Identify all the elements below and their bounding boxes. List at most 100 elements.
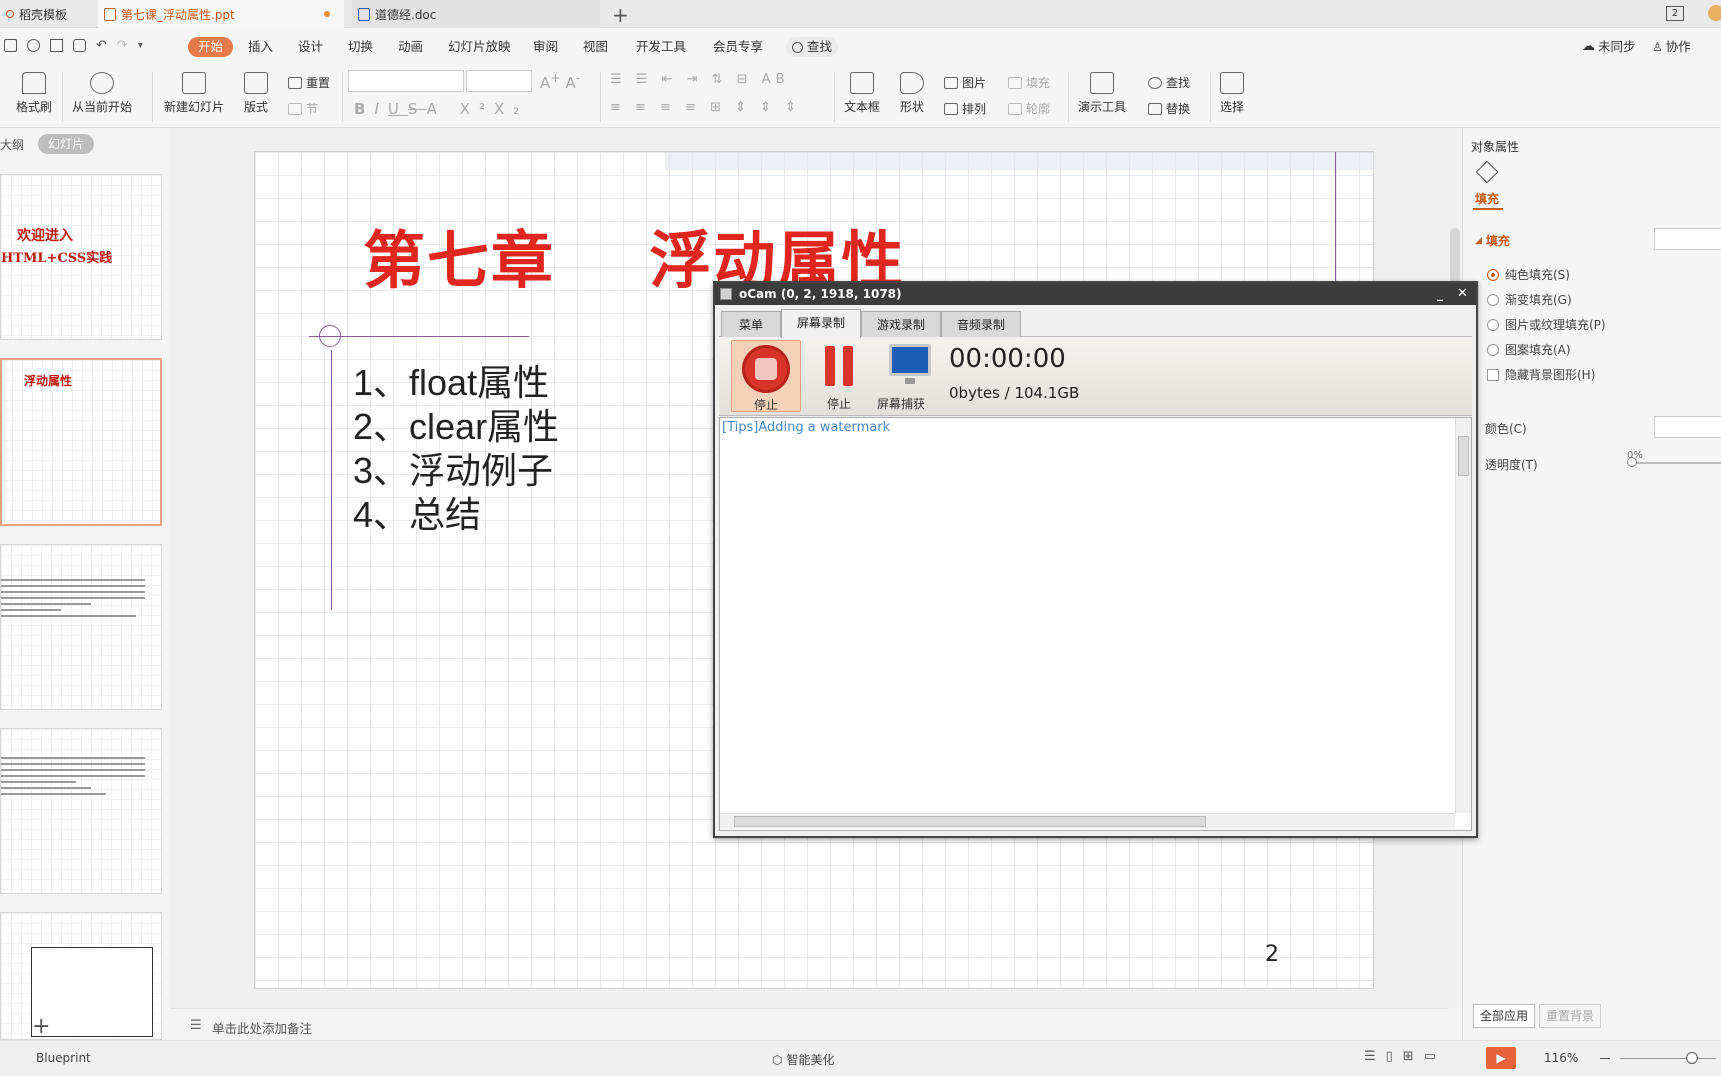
- hide-background-checkbox[interactable]: 隐藏背景图形(H): [1487, 366, 1595, 383]
- menu-slideshow[interactable]: 幻灯片放映: [448, 37, 511, 57]
- undo-icon[interactable]: ↶: [96, 39, 107, 55]
- sync-status[interactable]: ☁ 未同步: [1582, 37, 1636, 57]
- find-button[interactable]: 查找: [1148, 74, 1190, 91]
- theme-name[interactable]: Blueprint: [36, 1051, 91, 1065]
- fill-section-title[interactable]: ◢ 填充: [1475, 232, 1510, 249]
- fill-bucket-icon[interactable]: [1475, 160, 1499, 184]
- log-horizontal-scrollbar[interactable]: [720, 813, 1455, 829]
- reset-button[interactable]: 重置: [288, 74, 330, 91]
- window-count-badge[interactable]: 2: [1666, 6, 1684, 21]
- fill-tab[interactable]: 填充: [1475, 190, 1499, 207]
- presentation-tools-button[interactable]: 演示工具: [1078, 72, 1126, 115]
- slide-thumbnail[interactable]: [0, 728, 162, 894]
- save-icon[interactable]: [4, 39, 17, 52]
- view-buttons[interactable]: ☰▯⊞▭: [1364, 1049, 1446, 1064]
- layout-button[interactable]: 版式: [244, 72, 268, 115]
- arrange-button[interactable]: 排列: [944, 100, 986, 117]
- tab-doc-file[interactable]: 道德经.doc: [352, 0, 600, 28]
- tab-screen-record[interactable]: 屏幕录制: [781, 309, 861, 338]
- menu-animation[interactable]: 动画: [398, 37, 423, 57]
- fill-button[interactable]: 填充: [1008, 74, 1050, 91]
- screen-capture-button[interactable]: 屏幕捕获: [877, 340, 937, 412]
- slide-thumbnail[interactable]: [0, 544, 162, 710]
- play-slideshow-button[interactable]: ▶: [1486, 1047, 1516, 1069]
- notes-placeholder[interactable]: 单击此处添加备注: [212, 1018, 312, 1037]
- zoom-slider[interactable]: [1620, 1058, 1716, 1059]
- new-tab-button[interactable]: +: [612, 3, 629, 27]
- picture-fill-option[interactable]: 图片或纹理填充(P): [1487, 316, 1606, 333]
- tab-daoke-templates[interactable]: 稻壳模板: [0, 0, 92, 28]
- slide-thumbnail[interactable]: 欢迎进入 HTML+CSS实践: [0, 174, 162, 340]
- zoom-level[interactable]: 116%: [1544, 1051, 1578, 1065]
- reset-background-button[interactable]: 重置背景: [1539, 1004, 1602, 1028]
- zoom-out-icon[interactable]: [1600, 1058, 1610, 1059]
- font-name-select[interactable]: [348, 70, 464, 92]
- slide-thumbnail-selected[interactable]: 浮动属性: [0, 358, 162, 526]
- menu-developer[interactable]: 开发工具: [636, 37, 686, 57]
- tips-text[interactable]: [Tips]Adding a watermark: [722, 420, 890, 435]
- textbox-button[interactable]: 文本框: [844, 72, 880, 115]
- zoom-slider-thumb[interactable]: [1686, 1052, 1698, 1064]
- solid-fill-option[interactable]: 纯色填充(S): [1487, 266, 1570, 283]
- shape-button[interactable]: 形状: [900, 72, 924, 115]
- slide-bullet[interactable]: 4、总结: [353, 486, 481, 538]
- close-button[interactable]: ✕: [1457, 283, 1468, 305]
- pattern-fill-option[interactable]: 图案填充(A): [1487, 341, 1571, 358]
- tab-game-record[interactable]: 游戏录制: [861, 311, 941, 337]
- transparency-slider[interactable]: [1627, 462, 1721, 464]
- notes-bar[interactable]: ☰ 单击此处添加备注: [170, 1008, 1448, 1040]
- search-box[interactable]: 查找: [786, 37, 839, 57]
- gradient-fill-option[interactable]: 渐变填充(G): [1487, 291, 1572, 308]
- italic-icon[interactable]: I: [374, 100, 387, 118]
- menu-member[interactable]: 会员专享: [713, 37, 763, 57]
- tab-menu[interactable]: 菜单: [721, 311, 781, 337]
- menu-review[interactable]: 审阅: [533, 37, 558, 57]
- ocam-window[interactable]: oCam (0, 2, 1918, 1078) _ ✕ 菜单 屏幕录制 游戏录制…: [713, 281, 1478, 838]
- menu-start[interactable]: 开始: [188, 37, 234, 57]
- outline-button[interactable]: 轮廓: [1008, 100, 1050, 117]
- select-button[interactable]: 选择: [1220, 72, 1244, 115]
- increase-font-icon[interactable]: A+ A-: [540, 70, 580, 92]
- slide-thumbnail[interactable]: [0, 912, 162, 1040]
- bold-icon[interactable]: B: [354, 100, 374, 118]
- print-icon[interactable]: [50, 39, 63, 52]
- ocam-titlebar[interactable]: oCam (0, 2, 1918, 1078) _ ✕: [715, 283, 1476, 305]
- tab-audio-record[interactable]: 音频录制: [941, 311, 1021, 337]
- tab-ppt-file[interactable]: 第七课_浮动属性.ppt: [98, 0, 344, 28]
- color-select[interactable]: [1654, 416, 1721, 438]
- panel-header[interactable]: 对象属性: [1471, 138, 1519, 155]
- font-style-group[interactable]: BIUSA X²X₂: [354, 100, 528, 118]
- customize-icon[interactable]: ▾: [138, 39, 143, 55]
- new-slide-button[interactable]: 新建幻灯片: [164, 72, 224, 115]
- apply-all-button[interactable]: 全部应用: [1473, 1004, 1536, 1028]
- add-slide-button[interactable]: +: [32, 1014, 50, 1039]
- picture-button[interactable]: 图片: [944, 74, 986, 91]
- alignment-group[interactable]: ≡ ≡ ≡ ≡ ⊞ ⇕ ⇕ ⇕: [610, 100, 801, 115]
- fill-color-select[interactable]: [1654, 228, 1721, 250]
- minimize-button[interactable]: _: [1437, 283, 1443, 305]
- record-stop-button[interactable]: 停止: [731, 340, 801, 412]
- outline-tab[interactable]: 大纲: [0, 136, 24, 153]
- replace-button[interactable]: 替换: [1148, 100, 1190, 117]
- underline-icon[interactable]: U: [388, 100, 408, 118]
- collab-button[interactable]: ♙ 协作: [1652, 37, 1691, 57]
- strikethrough-icon[interactable]: S: [408, 100, 427, 118]
- menu-design[interactable]: 设计: [298, 37, 323, 57]
- ocam-log-area[interactable]: [Tips]Adding a watermark: [719, 417, 1472, 831]
- menu-insert[interactable]: 插入: [248, 37, 273, 57]
- slides-tab[interactable]: 幻灯片: [38, 134, 95, 154]
- redo-icon[interactable]: ↷: [117, 39, 128, 55]
- avatar[interactable]: [1708, 5, 1721, 21]
- scrollbar-thumb[interactable]: [1450, 228, 1460, 288]
- play-from-current-button[interactable]: 从当前开始: [72, 72, 132, 115]
- log-scrollbar-thumb[interactable]: [1458, 436, 1469, 476]
- log-vertical-scrollbar[interactable]: [1455, 418, 1471, 813]
- paragraph-group[interactable]: ☰ ☰ ⇤ ⇥ ⇅ ⊟ AB: [610, 72, 789, 87]
- format-painter-button[interactable]: 格式刷: [16, 72, 52, 115]
- output-icon[interactable]: [27, 39, 40, 52]
- beautify-button[interactable]: ⬡ 智能美化: [772, 1051, 835, 1068]
- menu-view[interactable]: 视图: [583, 37, 608, 57]
- transparency-slider-thumb[interactable]: [1627, 457, 1637, 467]
- log-hscrollbar-thumb[interactable]: [734, 816, 1206, 827]
- menu-transition[interactable]: 切换: [348, 37, 373, 57]
